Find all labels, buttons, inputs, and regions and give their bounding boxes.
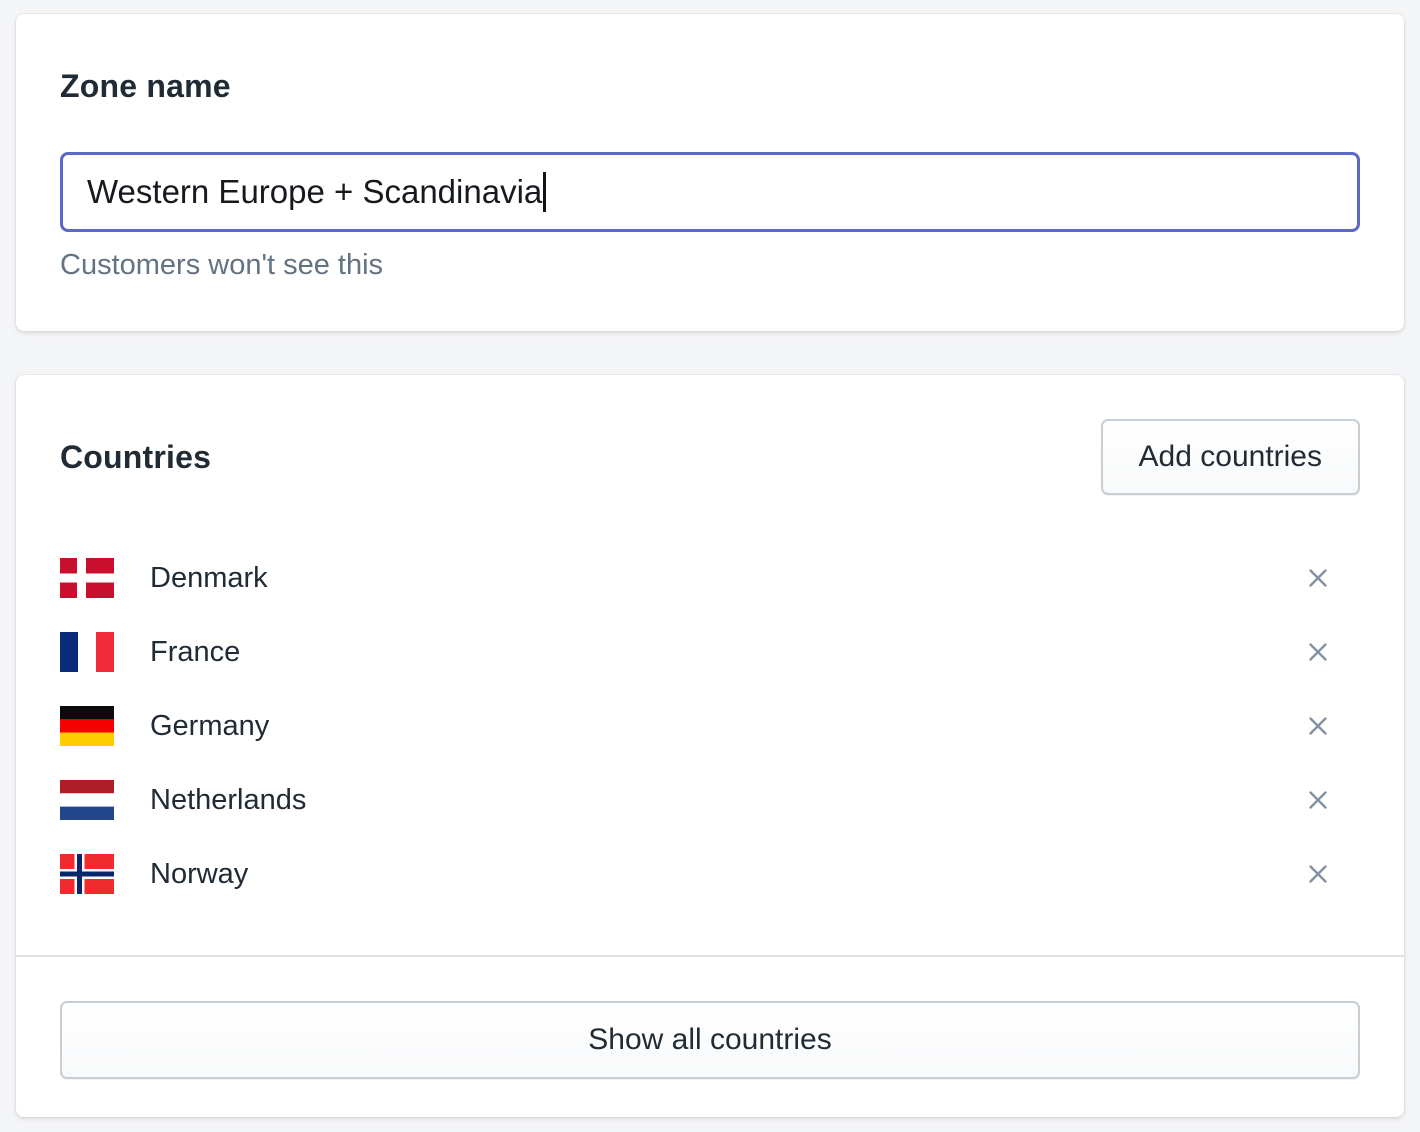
- country-row: France: [60, 615, 1360, 689]
- remove-country-button[interactable]: [1296, 778, 1340, 822]
- countries-card-footer: Show all countries: [16, 957, 1404, 1117]
- shipping-zone-form: Zone name Western Europe + Scandinavia C…: [0, 0, 1420, 1131]
- close-icon: [1306, 714, 1330, 738]
- norway-flag-icon: [60, 854, 114, 894]
- country-name: Netherlands: [150, 784, 306, 817]
- zone-name-card: Zone name Western Europe + Scandinavia C…: [16, 14, 1404, 331]
- country-name: France: [150, 636, 240, 669]
- country-list: Denmark France Germany Netherlands: [16, 541, 1404, 911]
- countries-card: Countries Add countries Denmark France G…: [16, 375, 1404, 1117]
- remove-country-button[interactable]: [1296, 556, 1340, 600]
- country-name: Denmark: [150, 562, 268, 595]
- countries-heading: Countries: [60, 435, 211, 479]
- remove-country-button[interactable]: [1296, 704, 1340, 748]
- show-all-countries-button[interactable]: Show all countries: [60, 1001, 1360, 1079]
- germany-flag-icon: [60, 706, 114, 746]
- zone-name-input-value: Western Europe + Scandinavia: [87, 173, 542, 211]
- close-icon: [1306, 862, 1330, 886]
- close-icon: [1306, 640, 1330, 664]
- zone-name-input[interactable]: Western Europe + Scandinavia: [60, 152, 1360, 232]
- close-icon: [1306, 566, 1330, 590]
- countries-card-header: Countries Add countries: [16, 375, 1404, 495]
- country-row: Netherlands: [60, 763, 1360, 837]
- country-row: Denmark: [60, 541, 1360, 615]
- country-name: Norway: [150, 858, 248, 891]
- netherlands-flag-icon: [60, 780, 114, 820]
- zone-name-helper-text: Customers won't see this: [60, 247, 1360, 283]
- zone-name-heading: Zone name: [60, 64, 1360, 108]
- add-countries-button[interactable]: Add countries: [1101, 419, 1360, 495]
- close-icon: [1306, 788, 1330, 812]
- denmark-flag-icon: [60, 558, 114, 598]
- remove-country-button[interactable]: [1296, 630, 1340, 674]
- country-name: Germany: [150, 710, 269, 743]
- country-row: Germany: [60, 689, 1360, 763]
- country-row: Norway: [60, 837, 1360, 911]
- france-flag-icon: [60, 632, 114, 672]
- text-caret: [543, 172, 546, 212]
- remove-country-button[interactable]: [1296, 852, 1340, 896]
